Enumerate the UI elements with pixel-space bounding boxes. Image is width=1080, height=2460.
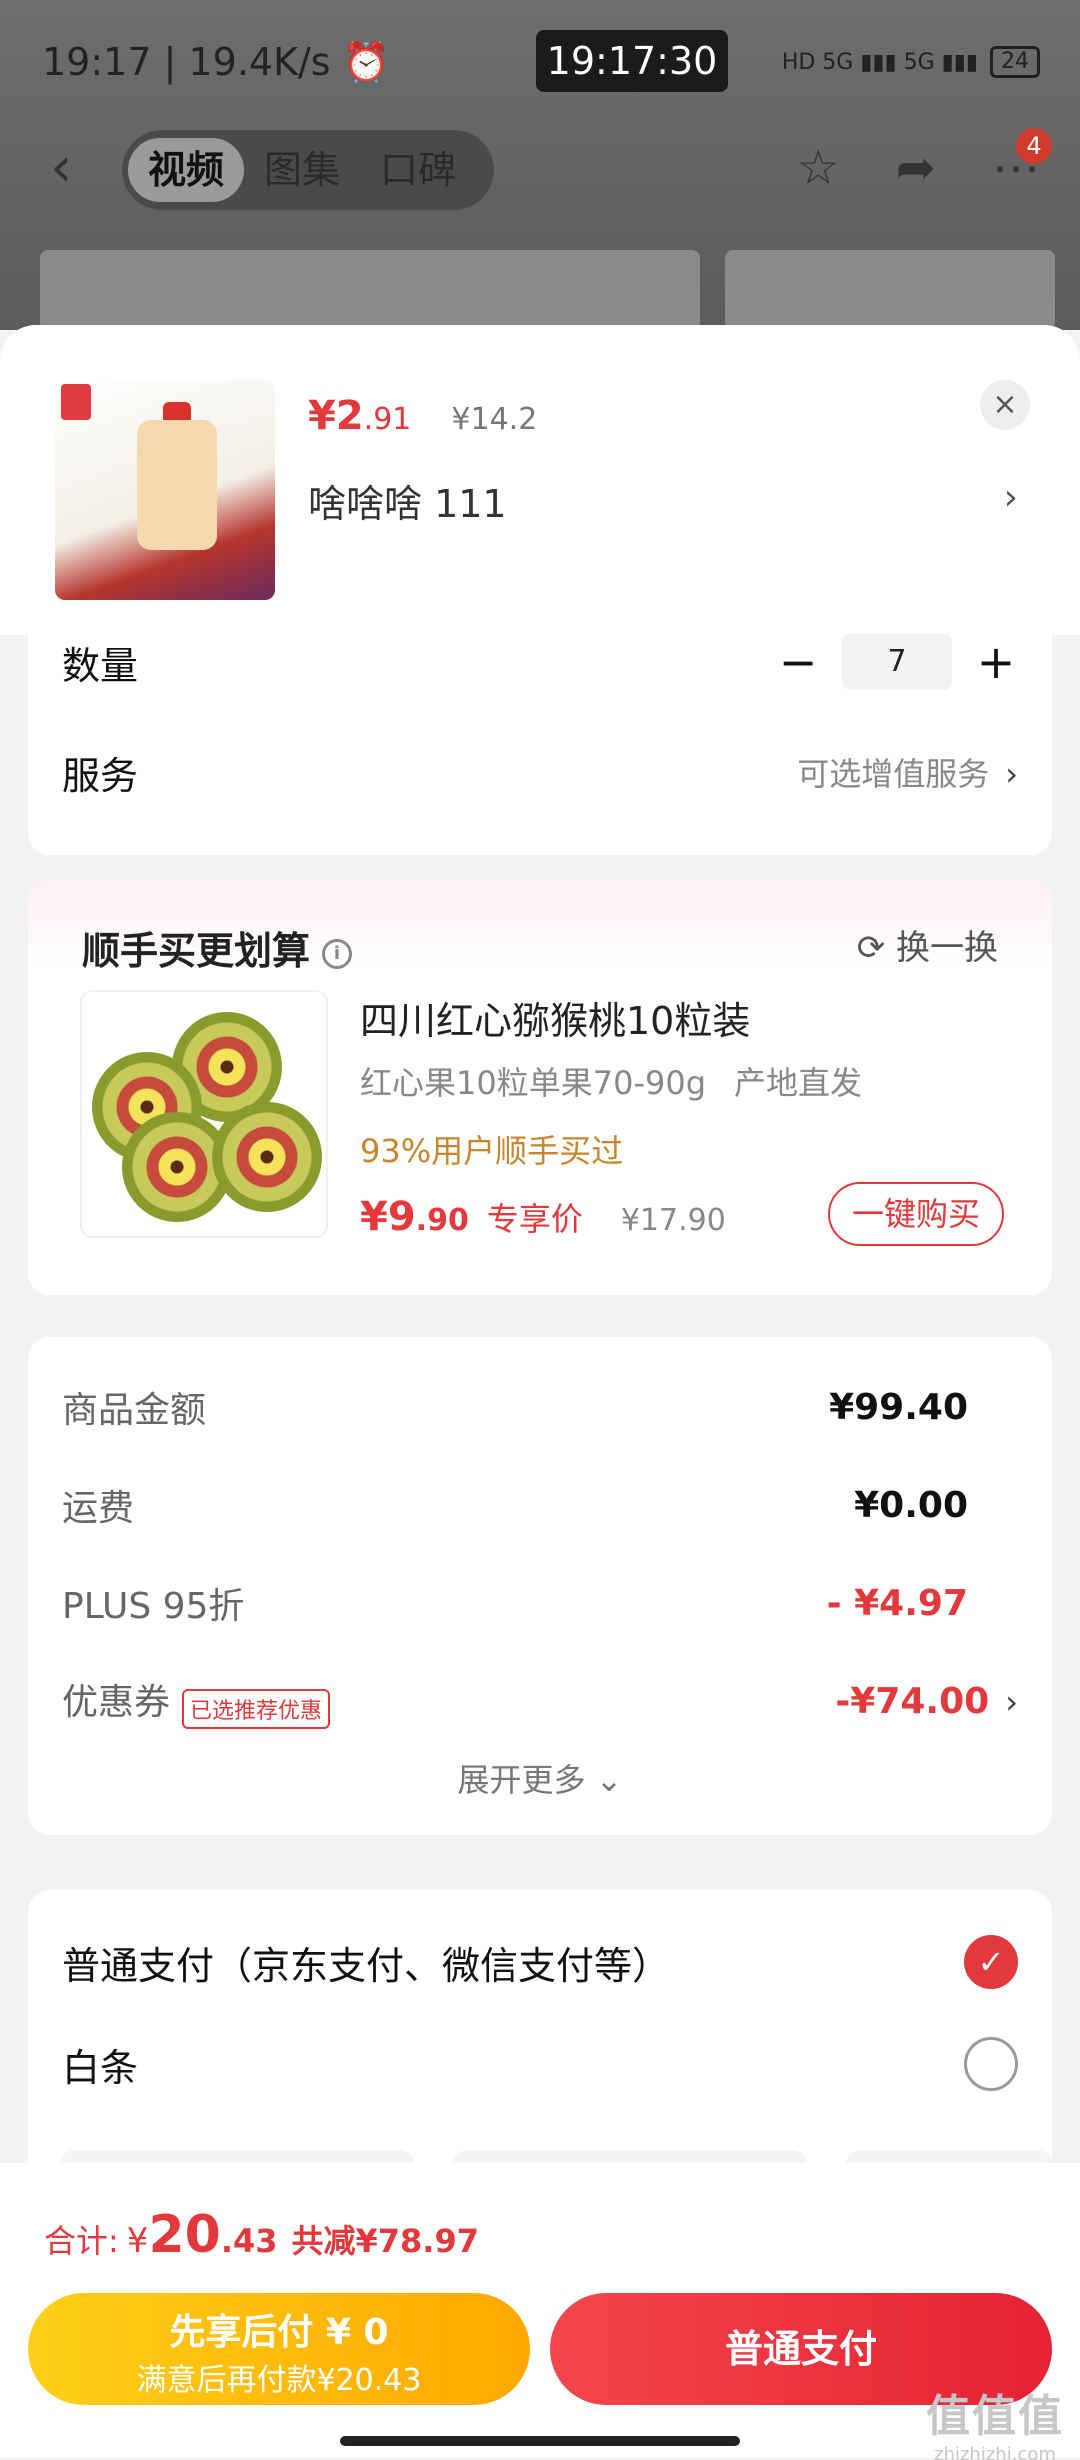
- shipping-label: 运费: [62, 1488, 135, 1529]
- nav-actions: ☆ ➦ ⋯: [797, 140, 1040, 196]
- bundle-product-spec: 红心果10粒单果70-90g 产地直发: [360, 1064, 863, 1102]
- minus-button[interactable]: −: [776, 635, 820, 689]
- goods-amount-label: 商品金额: [62, 1390, 207, 1431]
- plus-discount-value: - ¥4.97: [826, 1582, 968, 1624]
- selected-variant[interactable]: 啥啥啥 111: [308, 473, 507, 528]
- background-banner-2: [725, 250, 1055, 330]
- share-icon[interactable]: ➦: [896, 140, 936, 196]
- price-summary-card: 商品金额 ¥99.40 运费 ¥0.00 PLUS 95折 - ¥4.97 优惠…: [28, 1337, 1052, 1835]
- bundle-purchase-rate: 93%用户顺手买过: [360, 1132, 624, 1170]
- nav-bar: ‹ 视频 图集 口碑 ☆ ➦ ⋯ 4: [0, 128, 1080, 214]
- order-total: 合计: ¥ 20 .43 共减¥78.97: [44, 2205, 479, 2265]
- background-banner: [40, 250, 700, 330]
- payment-normal-label: 普通支付（京东支付、微信支付等）: [62, 1943, 671, 1988]
- tab-reviews[interactable]: 口碑: [360, 138, 476, 202]
- favorite-star-icon[interactable]: ☆: [797, 140, 840, 196]
- total-savings: 共减¥78.97: [291, 2222, 480, 2260]
- bundle-original-price: ¥17.90: [620, 1203, 726, 1238]
- kiwi-image[interactable]: [80, 990, 328, 1238]
- brand-logo-icon: [61, 384, 91, 420]
- expand-more-button[interactable]: 展开更多 ⌄: [28, 1755, 1052, 1801]
- exclusive-price-tag: 专享价: [486, 1200, 583, 1238]
- bundle-price-row: ¥9.90 专享价 ¥17.90: [360, 1194, 726, 1240]
- plus-button[interactable]: +: [974, 635, 1018, 689]
- info-icon[interactable]: i: [322, 938, 353, 969]
- pay-later-button[interactable]: 先享后付 ¥ 0 满意后再付款¥20.43: [28, 2293, 530, 2405]
- checked-radio-icon[interactable]: ✓: [964, 1935, 1018, 1989]
- plus-discount-label: PLUS 95折: [62, 1586, 245, 1627]
- payment-baitiao-label: 白条: [62, 2045, 139, 2090]
- status-bar: 19:17 | 19.4K/s ⏰ 19:17:30 HD 5G ▮▮▮ 5G …: [0, 30, 1080, 100]
- shipping-value: ¥0.00: [854, 1484, 968, 1526]
- product-thumbnail: [55, 380, 275, 600]
- site-watermark: 值值值 zhizhizhi.com: [926, 2391, 1064, 2460]
- quantity-input[interactable]: 7: [842, 634, 952, 690]
- one-click-buy-button[interactable]: 一键购买: [828, 1182, 1004, 1246]
- payment-normal-row[interactable]: 普通支付（京东支付、微信支付等） ✓: [62, 1912, 1018, 2012]
- back-icon[interactable]: ‹: [50, 138, 72, 198]
- unchecked-radio-icon[interactable]: [964, 2037, 1018, 2091]
- tab-video[interactable]: 视频: [128, 138, 245, 202]
- product-header: ¥2.91 ¥14.2 啥啥啥 111 › ×: [0, 325, 1080, 635]
- goods-amount-value: ¥99.40: [829, 1386, 968, 1428]
- chevron-right-icon: ›: [1005, 755, 1018, 793]
- chevron-right-icon[interactable]: ›: [1004, 477, 1018, 518]
- media-tabs: 视频 图集 口碑: [122, 130, 494, 210]
- status-icons: HD 5G ▮▮▮ 5G ▮▮▮ 24: [782, 46, 1040, 78]
- payment-baitiao-row[interactable]: 白条: [62, 2014, 1018, 2114]
- quantity-stepper: − 7 +: [776, 634, 1018, 690]
- status-time-speed: 19:17 | 19.4K/s ⏰: [42, 40, 390, 84]
- bundle-title: 顺手买更划算 i: [82, 920, 353, 975]
- battery-icon: 24: [990, 46, 1040, 78]
- product-original-price: ¥14.2: [451, 402, 538, 437]
- chevron-right-icon: ›: [1005, 1682, 1018, 1721]
- notification-badge: 4: [1016, 128, 1052, 164]
- bundle-card: 顺手买更划算 i ⟳ 换一换 四川红心猕猴桃10粒装 红心果10粒单果70-90g…: [28, 880, 1052, 1295]
- service-hint: 可选增值服务: [797, 755, 990, 793]
- options-card: 数量 − 7 + 服务 可选增值服务 ›: [28, 607, 1052, 855]
- checkout-footer: 合计: ¥ 20 .43 共减¥78.97 先享后付 ¥ 0 满意后再付款¥20…: [0, 2163, 1080, 2458]
- refresh-button[interactable]: ⟳ 换一换: [857, 920, 998, 969]
- product-price: ¥2.91: [308, 393, 412, 439]
- bundle-price: ¥9.90: [360, 1194, 469, 1240]
- checkout-sheet: ¥2.91 ¥14.2 啥啥啥 111 › × 数量 − 7 + 服务 可选增值…: [0, 325, 1080, 2460]
- coupon-label: 优惠券: [62, 1681, 171, 1723]
- screen-clock: 19:17:30: [536, 30, 728, 92]
- fruit-pouch-image: [137, 420, 217, 550]
- service-label: 服务: [62, 753, 139, 798]
- bundle-product-name[interactable]: 四川红心猕猴桃10粒装: [360, 990, 750, 1045]
- product-price-row: ¥2.91 ¥14.2: [308, 393, 537, 439]
- close-icon[interactable]: ×: [980, 380, 1030, 430]
- coupon-value: -¥74.00: [835, 1680, 990, 1722]
- background-page: 19:17 | 19.4K/s ⏰ 19:17:30 HD 5G ▮▮▮ 5G …: [0, 0, 1080, 330]
- service-row[interactable]: 服务 可选增值服务 ›: [62, 717, 1018, 827]
- coupon-badge: 已选推荐优惠: [182, 1689, 331, 1730]
- coupon-row[interactable]: 优惠券 已选推荐优惠 -¥74.00 ›: [62, 1651, 1018, 1751]
- tab-gallery[interactable]: 图集: [244, 138, 360, 202]
- home-indicator[interactable]: [340, 2436, 740, 2446]
- quantity-label: 数量: [62, 643, 139, 688]
- signal-icon: HD 5G ▮▮▮ 5G ▮▮▮: [781, 49, 978, 75]
